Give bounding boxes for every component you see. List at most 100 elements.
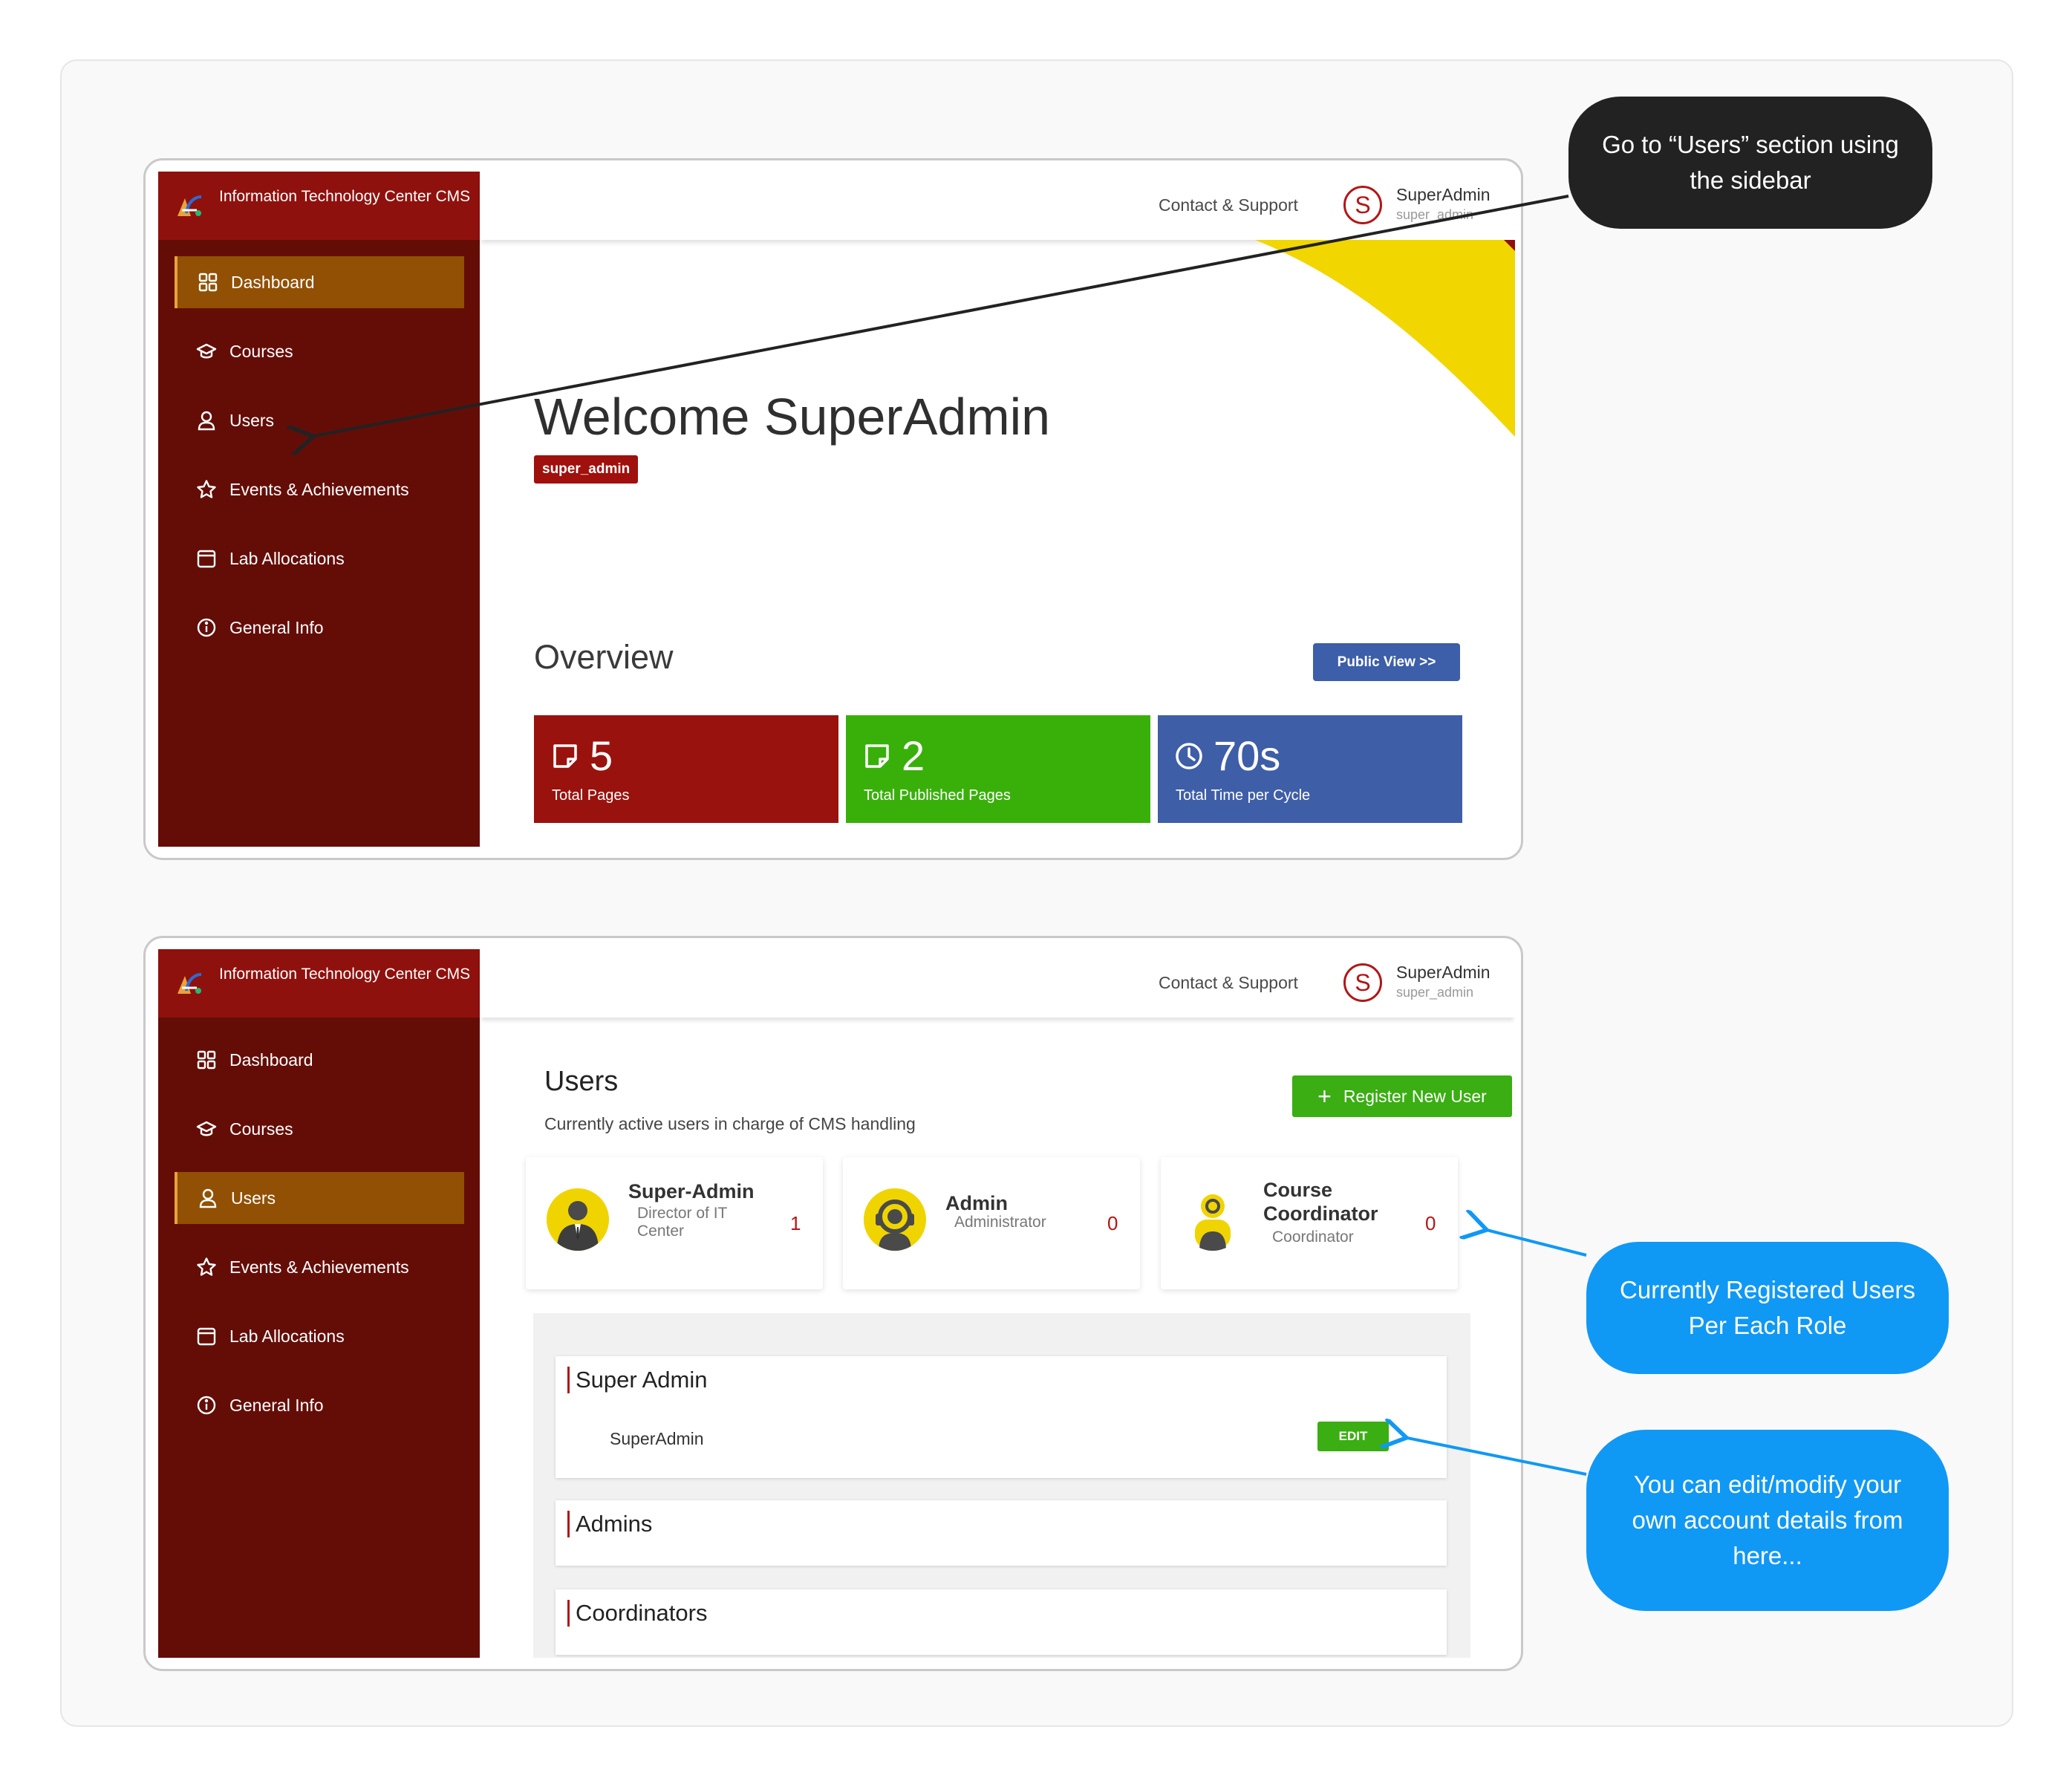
callout-sidebar-hint: Go to “Users” section using the sidebar xyxy=(1568,97,1932,229)
group-title: Super Admin xyxy=(567,1367,708,1393)
sidebar-item-label: Events & Achievements xyxy=(229,1257,409,1277)
callout-edit-hint: You can edit/modify your own account det… xyxy=(1586,1430,1949,1611)
coordinator-avatar-icon xyxy=(1195,1194,1231,1251)
sidebar-item-lab-allocations[interactable]: Lab Allocations xyxy=(175,1310,464,1362)
sidebar-item-courses[interactable]: Courses xyxy=(175,325,464,377)
headset-avatar-icon xyxy=(864,1188,926,1251)
calendar-icon xyxy=(195,1325,218,1347)
sidebar-item-users[interactable]: Users xyxy=(175,394,464,446)
page-icon xyxy=(865,744,889,768)
logo-icon xyxy=(177,973,202,994)
member-name: SuperAdmin xyxy=(610,1429,704,1448)
avatar[interactable]: S xyxy=(1343,186,1382,224)
role-card-super-admin: Super-Admin Director of IT Center 1 xyxy=(526,1157,823,1289)
sidebar-item-label: Lab Allocations xyxy=(229,548,345,568)
user-role: super_admin xyxy=(1396,985,1474,1000)
dashboard-icon xyxy=(197,271,219,293)
dashboard-screen: Information Technology Center CMS Dashbo… xyxy=(158,172,1515,847)
register-new-user-button[interactable]: + Register New User xyxy=(1292,1075,1512,1117)
calendar-icon xyxy=(195,547,218,570)
star-icon xyxy=(195,1256,218,1278)
brand-header[interactable]: Information Technology Center CMS xyxy=(158,949,480,1018)
avatar[interactable]: S xyxy=(1343,963,1382,1002)
page-subtitle: Currently active users in charge of CMS … xyxy=(544,1114,916,1133)
users-screenshot-frame: Information Technology Center CMS Dashbo… xyxy=(143,936,1523,1671)
sidebar-item-label: General Info xyxy=(229,1395,324,1415)
graduation-cap-icon xyxy=(195,340,218,362)
sidebar-item-label: Users xyxy=(231,1188,276,1208)
role-description: Coordinator xyxy=(1272,1228,1354,1246)
stat-card-total-pages: 5 Total Pages xyxy=(534,715,838,823)
user-name: SuperAdmin xyxy=(1396,185,1491,204)
brand-name: Information Technology Center CMS xyxy=(219,966,471,983)
welcome-heading: Welcome SuperAdmin xyxy=(534,388,1051,446)
decorative-corner-shape xyxy=(1255,240,1515,437)
user-icon xyxy=(195,409,218,432)
user-role: super_admin xyxy=(1396,207,1474,222)
sidebar-item-dashboard[interactable]: Dashboard xyxy=(175,256,464,308)
contact-support-link[interactable]: Contact & Support xyxy=(1159,195,1298,215)
group-admins: Admins xyxy=(556,1500,1447,1566)
users-screen: Information Technology Center CMS Dashbo… xyxy=(158,949,1515,1658)
page-title: Users xyxy=(544,1066,619,1097)
user-icon xyxy=(197,1187,219,1209)
public-view-button[interactable]: Public View >> xyxy=(1313,643,1460,681)
role-badge: super_admin xyxy=(534,455,639,484)
callout-text: You can edit/modify your own account det… xyxy=(1632,1471,1903,1569)
brand-header[interactable]: Information Technology Center CMS xyxy=(158,172,480,240)
stat-card-published-pages: 2 Total Published Pages xyxy=(846,715,1150,823)
user-name: SuperAdmin xyxy=(1396,963,1491,982)
sidebar-item-events[interactable]: Events & Achievements xyxy=(175,1241,464,1293)
role-count: 0 xyxy=(1425,1212,1436,1234)
sidebar-item-label: Dashboard xyxy=(229,1049,313,1070)
role-description: Director of IT Center xyxy=(637,1205,727,1240)
sidebar-item-label: Events & Achievements xyxy=(229,479,409,499)
group-super-admin: Super Admin SuperAdmin EDIT xyxy=(556,1356,1447,1478)
stat-value: 2 xyxy=(902,732,925,779)
contact-support-link[interactable]: Contact & Support xyxy=(1159,973,1298,993)
stat-card-time-per-cycle: 70s Total Time per Cycle xyxy=(1158,715,1462,823)
sidebar-item-label: Lab Allocations xyxy=(229,1326,345,1346)
sidebar-item-lab-allocations[interactable]: Lab Allocations xyxy=(175,533,464,585)
stat-label: Total Time per Cycle xyxy=(1176,787,1311,804)
role-card-admin: Admin Administrator 0 xyxy=(843,1157,1140,1289)
stat-label: Total Pages xyxy=(552,787,630,804)
clock-icon xyxy=(1176,743,1202,769)
group-title: Coordinators xyxy=(567,1600,707,1627)
role-card-course-coordinator: Course Coordinator Coordinator 0 xyxy=(1161,1157,1458,1289)
sidebar-item-general-info[interactable]: General Info xyxy=(175,1379,464,1431)
sidebar-item-label: Users xyxy=(229,410,275,430)
businessman-avatar-icon xyxy=(547,1188,609,1251)
brand-name: Information Technology Center CMS xyxy=(219,188,471,205)
sidebar-item-label: General Info xyxy=(229,617,324,637)
logo-icon xyxy=(177,195,202,216)
sidebar-item-users[interactable]: Users xyxy=(175,1172,464,1224)
overview-title: Overview xyxy=(534,638,674,676)
sidebar-item-courses[interactable]: Courses xyxy=(175,1103,464,1155)
edit-button[interactable]: EDIT xyxy=(1317,1422,1389,1451)
sidebar: Information Technology Center CMS Dashbo… xyxy=(158,949,480,1658)
page-icon xyxy=(553,744,577,768)
role-name: Admin xyxy=(945,1192,1008,1214)
role-count: 0 xyxy=(1107,1212,1118,1234)
user-groups-panel: Super Admin SuperAdmin EDIT Admins Coord… xyxy=(533,1313,1470,1658)
group-coordinators: Coordinators xyxy=(556,1589,1447,1655)
dashboard-screenshot-frame: Information Technology Center CMS Dashbo… xyxy=(143,158,1523,860)
plus-icon: + xyxy=(1317,1083,1332,1110)
sidebar-item-events[interactable]: Events & Achievements xyxy=(175,463,464,515)
star-icon xyxy=(195,478,218,501)
callout-text: Go to “Users” section using the sidebar xyxy=(1602,131,1899,194)
register-label: Register New User xyxy=(1343,1086,1487,1106)
sidebar-item-dashboard[interactable]: Dashboard xyxy=(175,1034,464,1086)
sidebar-item-general-info[interactable]: General Info xyxy=(175,602,464,654)
info-icon xyxy=(195,616,218,639)
sidebar-item-label: Dashboard xyxy=(231,272,315,292)
sidebar-item-label: Courses xyxy=(229,1119,293,1139)
callout-roles-hint: Currently Registered Users Per Each Role xyxy=(1586,1242,1949,1374)
sidebar: Information Technology Center CMS Dashbo… xyxy=(158,172,480,847)
stat-label: Total Published Pages xyxy=(864,787,1011,804)
group-title: Admins xyxy=(567,1511,652,1537)
stat-value: 70s xyxy=(1213,732,1281,779)
graduation-cap-icon xyxy=(195,1118,218,1140)
role-name: Course Coordinator xyxy=(1263,1179,1378,1225)
